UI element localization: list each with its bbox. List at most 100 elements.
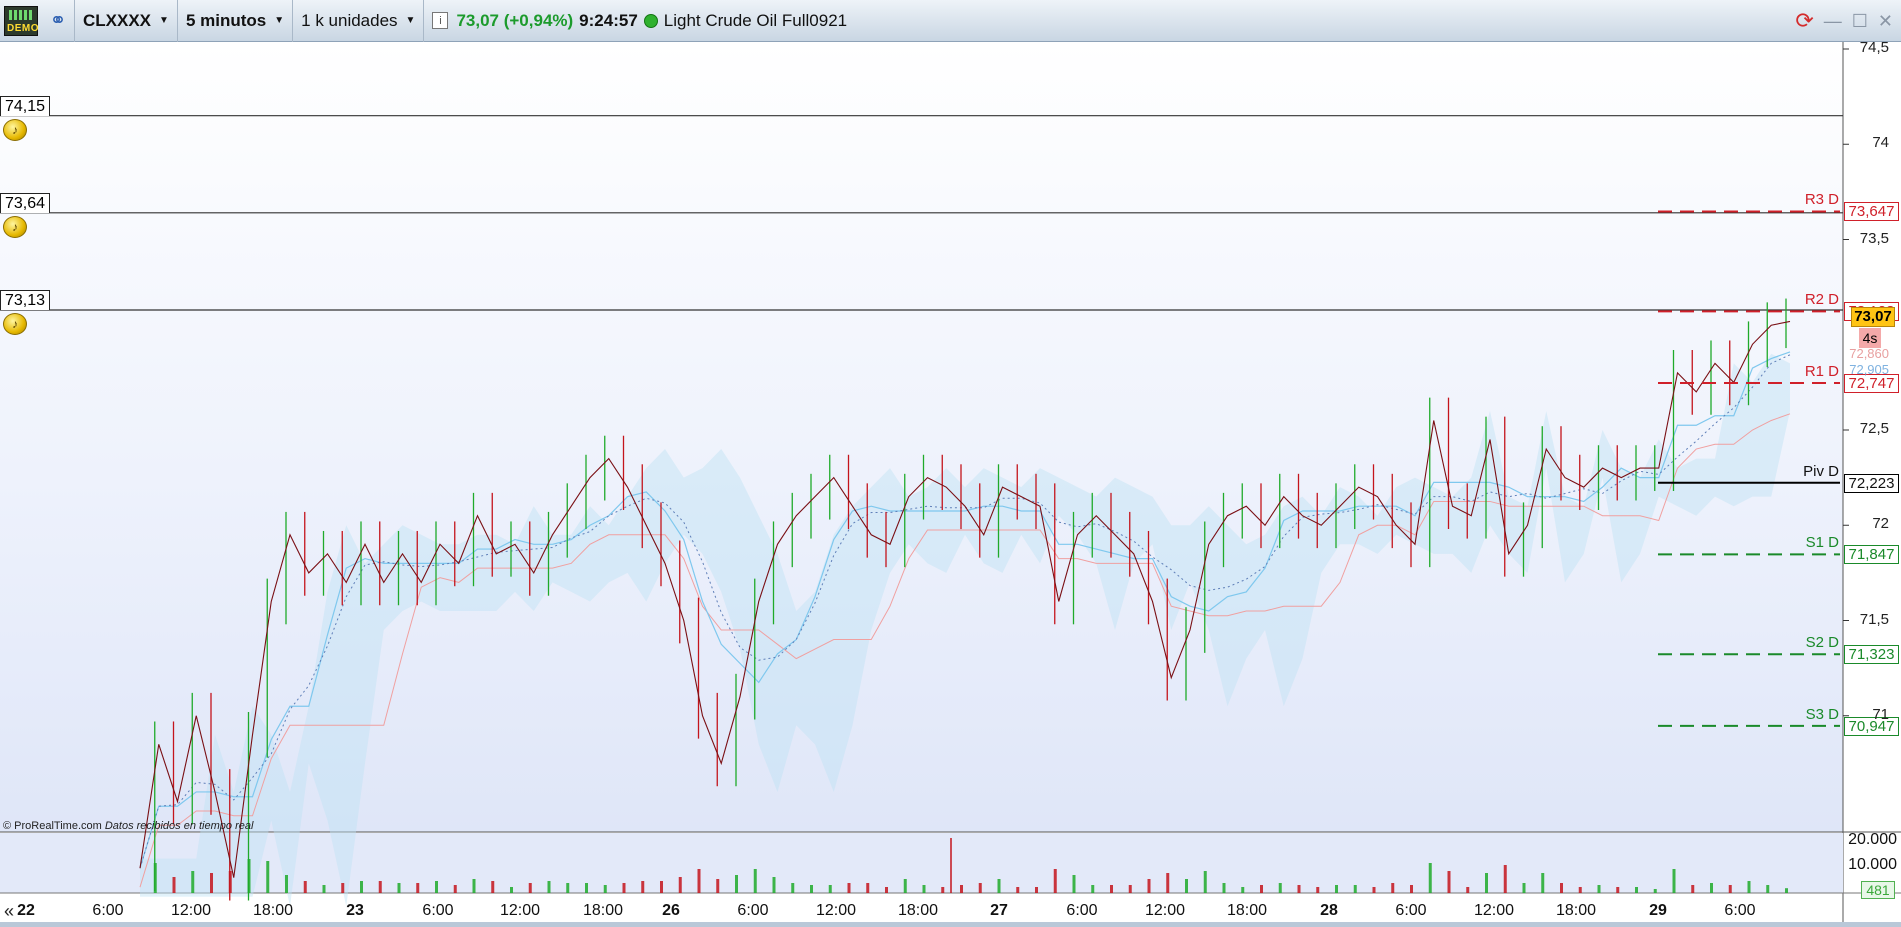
volume-bar — [697, 869, 701, 893]
time-tick-label: 12:00 — [1473, 902, 1515, 919]
pivot-tag: S2 D — [1805, 634, 1839, 652]
volume-bar — [791, 883, 795, 893]
volume-bar — [303, 881, 307, 893]
time-tick-label: 6:00 — [1395, 902, 1427, 919]
volume-bar — [1035, 887, 1038, 893]
volume-bar — [678, 877, 682, 893]
volume-bar — [1578, 887, 1582, 893]
volume-bar — [1691, 885, 1695, 893]
volume-bar — [960, 885, 963, 893]
volume-bar — [172, 877, 176, 893]
volume-bar — [1222, 883, 1226, 893]
volume-bar — [660, 881, 663, 893]
volume-bar — [1091, 885, 1095, 893]
time-tick-label: 26 — [662, 902, 680, 919]
status-strip — [0, 922, 1901, 927]
bell-icon[interactable]: ♪ — [3, 215, 27, 238]
volume-bar — [1747, 881, 1751, 893]
volume-bar — [1635, 887, 1638, 893]
volume-bar — [735, 875, 738, 893]
volume-bar — [1391, 883, 1395, 893]
volume-bar — [210, 873, 213, 893]
current-price-badge: 73,07 — [1851, 307, 1895, 327]
volume-bar — [1335, 885, 1338, 893]
volume-bar — [1447, 871, 1451, 893]
volume-bar — [1410, 885, 1413, 893]
volume-bar — [341, 883, 345, 893]
volume-bar — [1672, 869, 1676, 893]
time-tick-label: 6:00 — [92, 902, 124, 919]
volume-bar — [1466, 887, 1470, 893]
time-tick-label: 29 — [1649, 902, 1667, 919]
time-tick-label: 6:00 — [1066, 902, 1098, 919]
watermark-brand: © ProRealTime.com — [3, 820, 102, 832]
pivot-tag: S1 D — [1805, 534, 1839, 552]
volume-bar — [153, 863, 157, 893]
volume-bar — [1110, 885, 1113, 893]
price-tick-label: 71,5 — [1859, 610, 1889, 628]
volume-bar — [435, 881, 438, 893]
indicator-value-label: 72,860 — [1849, 346, 1889, 361]
indicator-value-label: 72,905 — [1849, 362, 1889, 377]
time-tick-label: 18:00 — [252, 902, 294, 919]
volume-bar — [1785, 888, 1788, 893]
pivot-tag: R2 D — [1804, 291, 1839, 309]
volume-bar — [641, 881, 645, 893]
candle-countdown: 4s — [1859, 328, 1881, 348]
volume-bar — [1072, 875, 1076, 893]
time-tick-label: 6:00 — [737, 902, 769, 919]
volume-bar — [472, 879, 476, 893]
time-tick-label: 23 — [346, 902, 364, 919]
volume-bar — [491, 881, 495, 893]
volume-bar — [1710, 883, 1713, 893]
volume-bar — [922, 885, 926, 893]
time-tick-label: 12:00 — [170, 902, 212, 919]
volume-bar — [1503, 865, 1507, 893]
volume-bar — [585, 883, 588, 893]
time-tick-label: 6:00 — [1724, 902, 1756, 919]
volume-bar — [1766, 885, 1770, 893]
volume-bar — [1053, 869, 1057, 893]
time-tick-label: 6:00 — [422, 902, 454, 919]
volume-bar — [1522, 883, 1526, 893]
time-tick-label: 18:00 — [897, 902, 939, 919]
pivot-price-box: 72,223 — [1844, 473, 1899, 493]
volume-bar — [1185, 879, 1188, 893]
alert-price-label[interactable]: 74,15 — [0, 95, 51, 116]
volume-bar — [1485, 873, 1488, 893]
volume-bar — [941, 887, 945, 893]
watermark-note: Datos recibidos en tiempo real — [104, 820, 254, 832]
time-tick-label: 12:00 — [499, 902, 541, 919]
alert-price-label[interactable]: 73,13 — [0, 289, 51, 310]
volume-bar — [997, 879, 1001, 893]
volume-bar — [1541, 873, 1545, 893]
volume-bar — [1241, 887, 1245, 893]
volume-bar — [547, 881, 551, 893]
time-tick-label: 18:00 — [1555, 902, 1597, 919]
pivot-tag: R3 D — [1804, 191, 1839, 209]
time-tick-label: 12:00 — [815, 902, 857, 919]
volume-bar — [1147, 879, 1151, 893]
volume-bar — [566, 883, 570, 893]
volume-bar — [1166, 873, 1170, 893]
price-tick-label: 74 — [1872, 134, 1889, 152]
volume-bar — [1260, 885, 1263, 893]
scroll-back-button[interactable]: « — [4, 901, 14, 922]
pivot-price-box: 73,647 — [1844, 202, 1899, 222]
volume-bar — [528, 883, 532, 893]
bell-icon[interactable]: ♪ — [3, 118, 27, 141]
volume-bar — [866, 883, 870, 893]
bell-icon[interactable]: ♪ — [3, 312, 27, 335]
pivot-tag: S3 D — [1805, 705, 1839, 723]
alert-price-label[interactable]: 73,64 — [0, 192, 51, 213]
price-chart[interactable] — [0, 0, 1901, 927]
volume-bar — [191, 871, 195, 893]
volume-bar — [753, 869, 757, 893]
volume-bar — [378, 881, 382, 893]
volume-axis-label-top: 20.000 — [1848, 831, 1897, 848]
volume-bar — [322, 885, 326, 893]
volume-bar — [1597, 885, 1601, 893]
volume-bar — [978, 883, 982, 893]
time-tick-label: 27 — [990, 902, 1008, 919]
volume-bar — [1616, 887, 1620, 893]
